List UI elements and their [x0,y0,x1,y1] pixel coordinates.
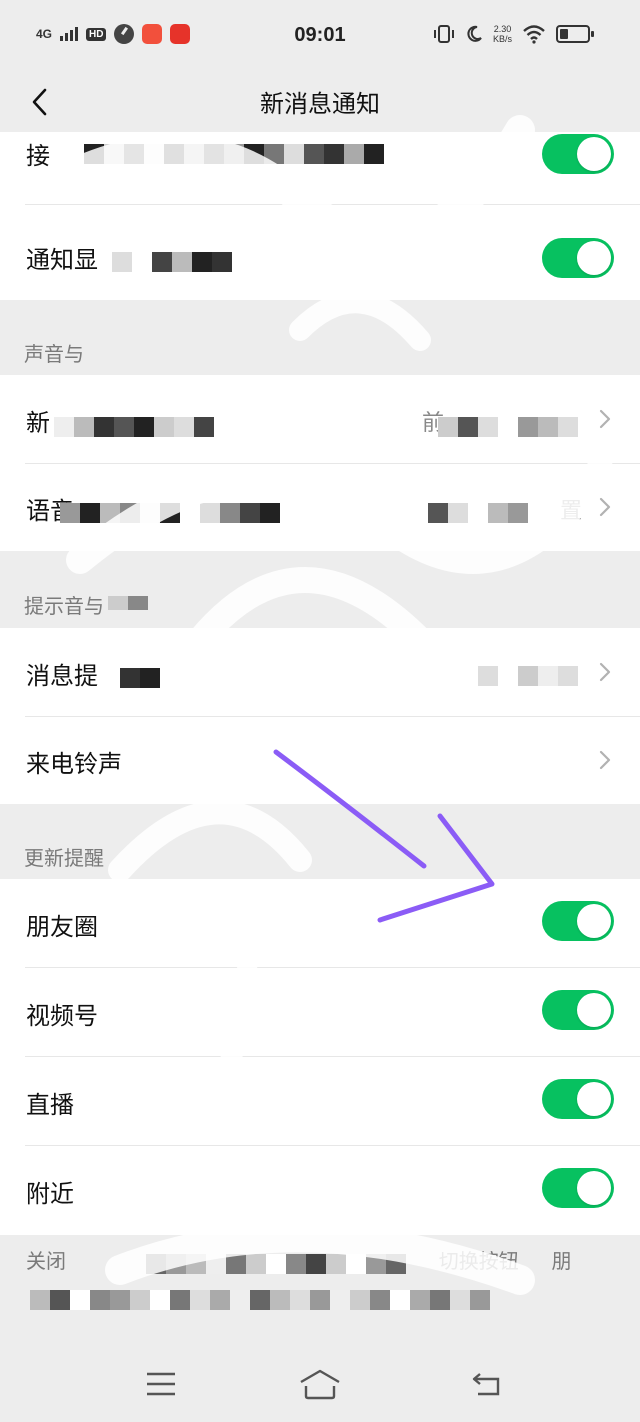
general-settings-group: 接 通知显 [0,132,640,300]
tone-group: 消息提 来电铃声 [0,628,640,804]
redacted-text [84,144,384,164]
menu-icon [147,1372,175,1396]
row-label: 消息提 [26,662,98,690]
redacted-text [112,252,232,272]
notification-detail-toggle[interactable] [542,238,614,278]
toggle-knob [577,1171,611,1205]
moon-icon [467,25,482,42]
sound-group: 新 前 语音 置 [0,375,640,551]
menu-button[interactable] [136,1364,186,1404]
channels-toggle[interactable] [542,990,614,1030]
redacted-value [438,417,578,437]
back-icon [472,1373,500,1396]
row-label: 通知显 [26,246,98,274]
system-back-button[interactable] [462,1364,512,1404]
netspeed-unit: KB/s [492,34,512,44]
row-label: 新 [26,409,50,437]
redacted-text [108,596,148,610]
row-label: 视频号 [26,1002,98,1030]
toggle-knob [577,1082,611,1116]
redacted-text [120,668,160,688]
toggle-knob [577,993,611,1027]
nearby-toggle[interactable] [542,1168,614,1208]
footer-text-mid: 切换按钮 [438,1249,519,1273]
row-label: 来电铃声 [26,750,122,778]
chevron-right-icon [599,662,611,682]
redacted-text [60,503,280,523]
list-item-moments: 朋友圈 [0,879,640,968]
redacted-footer-2 [30,1290,490,1310]
network-speed: 2.30 KB/s [493,24,512,44]
row-label: 朋友圈 [26,913,98,941]
chevron-right-icon [599,409,611,429]
section-header-tone: 提示音与 [24,594,104,618]
battery-icon [556,25,594,43]
toggle-knob [577,241,611,275]
chevron-right-icon [599,497,611,517]
row-label: 接 [26,142,50,170]
wifi-icon [523,25,545,44]
row-label: 附近 [26,1180,74,1208]
vibrate-icon [433,25,454,43]
list-item-new-message-sound[interactable]: 新 前 [0,375,640,463]
redacted-value [478,666,578,686]
redacted-value [428,503,528,523]
status-right: 2.30 KB/s [433,24,594,44]
live-toggle[interactable] [542,1079,614,1119]
chevron-right-icon [599,750,611,770]
list-item-nearby: 附近 [0,1146,640,1235]
receive-toggle[interactable] [542,134,614,174]
status-bar: 4G HD 09:01 2.30 KB/s [0,0,640,72]
list-item-live: 直播 [0,1057,640,1146]
row-label: 直播 [26,1091,74,1119]
home-button[interactable] [295,1364,345,1404]
footer-text-end: 朋 [551,1249,572,1273]
list-item-receive: 接 [0,132,640,178]
list-item-voice-call-sound[interactable]: 语音 置 [0,463,640,551]
section-header-sound: 声音与 [24,342,84,366]
home-icon [300,1369,340,1400]
system-navigation-bar [0,1340,640,1422]
navigation-bar: 新消息通知 [0,72,640,132]
netspeed-value: 2.30 [493,24,512,34]
page-title: 新消息通知 [260,90,380,118]
row-value: 置 [559,499,582,524]
section-header-updates: 更新提醒 [24,846,104,870]
list-item-ringtone[interactable]: 来电铃声 [0,716,640,804]
divider [25,204,640,205]
moments-toggle[interactable] [542,901,614,941]
list-item-notification-detail: 通知显 [0,210,640,300]
list-item-message-tone[interactable]: 消息提 [0,628,640,716]
list-item-channels: 视频号 [0,968,640,1057]
updates-group: 朋友圈 视频号 直播 附近 [0,879,640,1235]
redacted-footer [146,1254,406,1274]
redacted-text [54,417,214,437]
toggle-knob [577,137,611,171]
toggle-knob [577,904,611,938]
footer-text-start: 关闭 [26,1249,66,1273]
